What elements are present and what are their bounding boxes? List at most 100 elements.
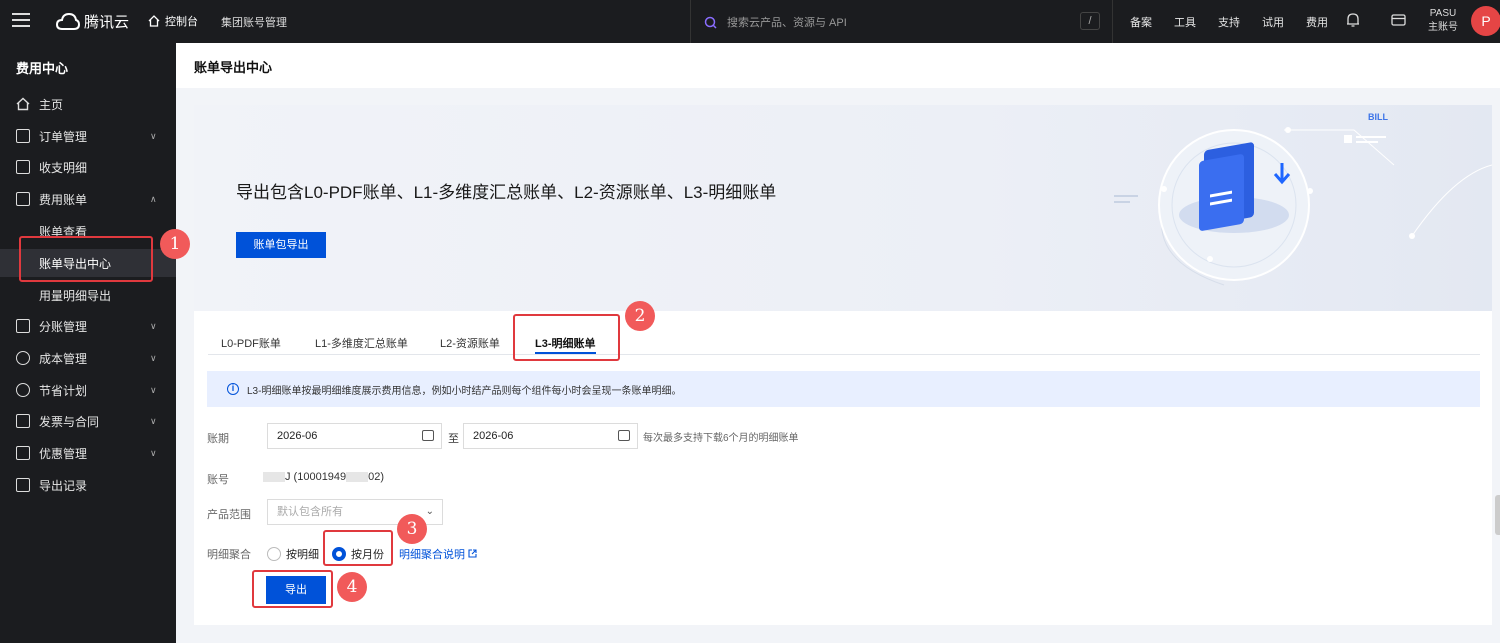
sidebar-item-invoice[interactable]: 发票与合同 ∨ <box>0 407 176 435</box>
sidebar-item-discount[interactable]: 优惠管理 ∨ <box>0 439 176 467</box>
link-label: 明细聚合说明 <box>399 549 465 561</box>
sidebar-item-label: 优惠管理 <box>39 446 88 461</box>
divider <box>1112 0 1113 43</box>
sidebar-item-split[interactable]: 分账管理 ∨ <box>0 312 176 340</box>
home-icon <box>16 97 30 111</box>
menu-icon[interactable] <box>12 13 30 27</box>
annotation-number: 3 <box>397 514 427 544</box>
period-start-value: 2026-06 <box>277 430 318 442</box>
bell-icon[interactable] <box>1346 12 1360 28</box>
aggregation-label: 明细聚合 <box>207 549 251 561</box>
chevron-down-icon: ∨ <box>150 352 157 363</box>
org-account-link[interactable]: 集团账号管理 <box>221 14 287 30</box>
chevron-down-icon: ⌄ <box>425 506 434 517</box>
chevron-down-icon: ∨ <box>150 130 157 141</box>
radio-circle <box>267 547 281 561</box>
nav-beian[interactable]: 备案 <box>1130 14 1152 30</box>
sidebar-item-home[interactable]: 主页 <box>0 90 176 118</box>
nav-trial[interactable]: 试用 <box>1262 14 1284 30</box>
search-bar[interactable]: 搜索云产品、资源与 API <box>704 14 847 30</box>
top-nav: 备案 工具 支持 试用 费用 <box>1130 14 1328 30</box>
sidebar-item-cost[interactable]: 成本管理 ∨ <box>0 344 176 372</box>
masked-text <box>346 472 369 483</box>
console-link[interactable]: 控制台 <box>148 13 198 29</box>
top-bar: 腾讯云 控制台 集团账号管理 搜索云产品、资源与 API / 备案 工具 支持 … <box>0 0 1500 43</box>
account-id-part: J (10001949 <box>285 471 347 483</box>
tab-l2-resource[interactable]: L2-资源账单 <box>440 335 500 351</box>
home-icon <box>148 15 160 27</box>
calendar-icon <box>422 430 434 441</box>
masked-text <box>263 472 285 483</box>
radio-by-detail[interactable]: 按明细 <box>267 546 319 562</box>
chevron-down-icon: ∨ <box>150 320 157 331</box>
nav-billing[interactable]: 费用 <box>1306 14 1328 30</box>
sidebar-item-label: 导出记录 <box>39 478 88 493</box>
annotation-box <box>252 570 333 608</box>
ledger-icon <box>16 160 30 174</box>
sidebar-item-orders[interactable]: 订单管理 ∨ <box>0 122 176 150</box>
sidebar-item-label: 收支明细 <box>39 160 88 175</box>
period-end-picker[interactable]: 2026-06 <box>463 423 638 449</box>
sidebar-item-usage-export[interactable]: 用量明细导出 <box>0 281 176 309</box>
user-name: PASU <box>1429 8 1457 19</box>
ticket-icon[interactable] <box>1391 13 1406 27</box>
info-text: L3-明细账单按最明细维度展示费用信息，例如小时结产品则每个组件每小时会呈现一条… <box>247 385 682 397</box>
sidebar-item-transactions[interactable]: 收支明细 <box>0 153 176 181</box>
bill-tabs: L0-PDF账单 L1-多维度汇总账单 L2-资源账单 L3-明细账单 <box>208 330 1480 355</box>
cost-icon <box>16 351 30 365</box>
discount-icon <box>16 446 30 460</box>
sidebar-item-label: 用量明细导出 <box>39 288 112 303</box>
account-id-part: 02) <box>368 471 385 483</box>
calendar-icon <box>618 430 630 441</box>
sidebar-item-label: 分账管理 <box>39 319 88 334</box>
plan-icon <box>16 383 30 397</box>
scrollbar[interactable] <box>1495 495 1500 535</box>
sidebar-item-label: 发票与合同 <box>39 414 100 429</box>
tab-l0-pdf[interactable]: L0-PDF账单 <box>221 335 281 351</box>
period-start-picker[interactable]: 2026-06 <box>267 423 442 449</box>
period-to-label: 至 <box>448 433 459 445</box>
period-hint: 每次最多支持下载6个月的明细账单 <box>643 433 799 444</box>
order-icon <box>16 129 30 143</box>
sidebar-item-export-records[interactable]: 导出记录 <box>0 471 176 499</box>
sidebar-title: 费用中心 <box>16 61 69 76</box>
tab-l1-summary[interactable]: L1-多维度汇总账单 <box>315 335 408 351</box>
chevron-up-icon: ∧ <box>150 193 157 204</box>
sidebar-item-label: 费用账单 <box>39 192 88 207</box>
console-label: 控制台 <box>165 16 198 28</box>
nav-support[interactable]: 支持 <box>1218 14 1240 30</box>
info-banner: i L3-明细账单按最明细维度展示费用信息，例如小时结产品则每个组件每小时会呈现… <box>207 371 1480 407</box>
sidebar-item-label: 成本管理 <box>39 351 88 366</box>
annotation-number: 2 <box>625 301 655 331</box>
user-info[interactable]: PASU 主账号 <box>1428 7 1458 35</box>
brand-logo[interactable]: 腾讯云 <box>56 11 129 32</box>
period-end-value: 2026-06 <box>473 430 514 442</box>
scope-label: 产品范围 <box>207 509 251 521</box>
bill-package-export-button[interactable]: 账单包导出 <box>236 232 326 258</box>
scope-placeholder: 默认包含所有 <box>277 506 343 518</box>
brand-name: 腾讯云 <box>84 14 130 31</box>
annotation-box <box>513 314 620 361</box>
avatar[interactable]: P <box>1471 6 1500 36</box>
search-icon <box>704 16 717 29</box>
export-record-icon <box>16 478 30 492</box>
sidebar-item-savings-plan[interactable]: 节省计划 ∨ <box>0 376 176 404</box>
account-value: J (10001949 02) <box>263 471 384 483</box>
external-link-icon <box>468 549 477 558</box>
sidebar-item-label: 订单管理 <box>39 129 88 144</box>
chevron-down-icon: ∨ <box>150 384 157 395</box>
sidebar-item-label: 主页 <box>39 97 64 112</box>
bill-icon <box>16 192 30 206</box>
aggregation-help-link[interactable]: 明细聚合说明 <box>399 546 477 562</box>
invoice-icon <box>16 414 30 428</box>
user-role: 主账号 <box>1428 22 1458 33</box>
chevron-down-icon: ∨ <box>150 447 157 458</box>
radio-label: 按明细 <box>286 549 319 561</box>
annotation-number: 4 <box>337 572 367 602</box>
sidebar-item-bills[interactable]: 费用账单 ∧ <box>0 185 176 213</box>
info-icon: i <box>227 383 239 395</box>
chevron-down-icon: ∨ <box>150 415 157 426</box>
page-title: 账单导出中心 <box>194 60 273 75</box>
nav-tools[interactable]: 工具 <box>1174 14 1196 30</box>
split-icon <box>16 319 30 333</box>
